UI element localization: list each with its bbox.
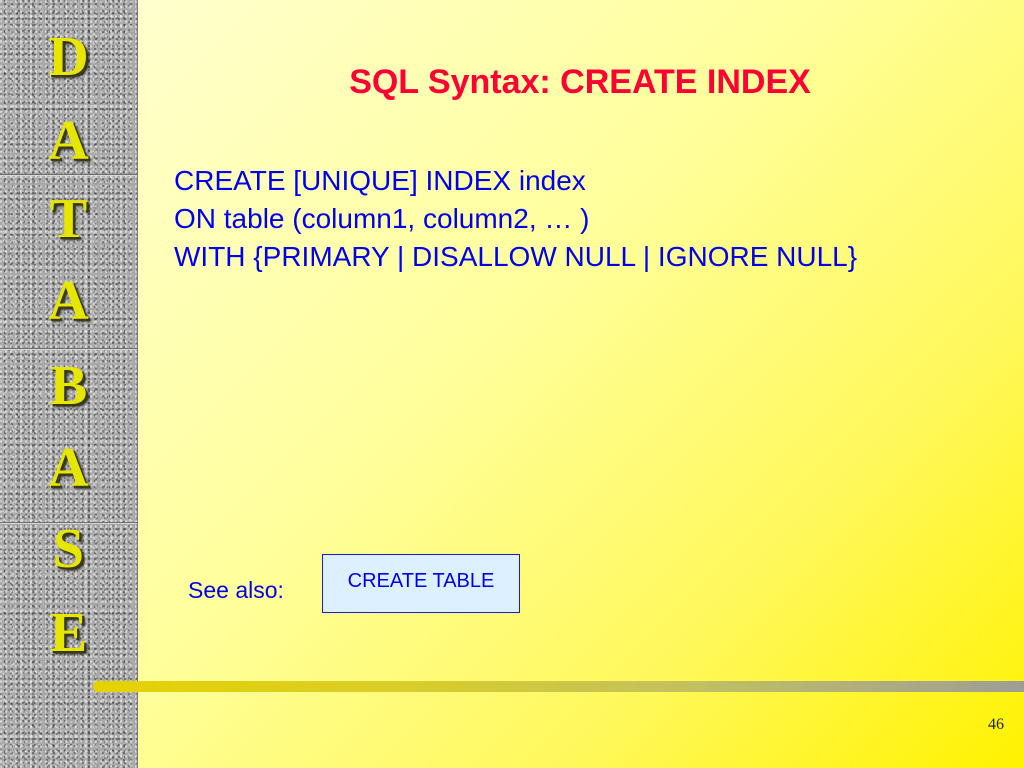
see-also-label: See also: <box>188 577 284 603</box>
sidebar-letter-d: D <box>48 26 89 88</box>
sidebar-granite-panel: D A T A B A S E <box>0 0 138 768</box>
sidebar-letter-b: B <box>49 355 88 417</box>
sidebar-divider <box>0 348 137 350</box>
sidebar-letter-e: E <box>49 602 88 664</box>
sidebar-letter-a: A <box>48 437 89 499</box>
sidebar-letter-s: S <box>52 518 85 580</box>
page-number: 46 <box>988 716 1004 733</box>
syntax-line: ON table (column1, column2, … ) <box>174 203 590 234</box>
slide: D A T A B A S E SQL Syntax: CREATE INDEX… <box>0 0 1024 768</box>
syntax-block: CREATE [UNIQUE] INDEX index ON table (co… <box>174 162 857 276</box>
create-table-link-button[interactable]: CREATE TABLE <box>322 554 520 613</box>
footer-divider-bar <box>93 681 1024 692</box>
sidebar-letter-t: T <box>49 188 88 250</box>
sidebar-letter-a: A <box>48 270 89 332</box>
sidebar-letter-a: A <box>48 110 89 172</box>
syntax-line: WITH {PRIMARY | DISALLOW NULL | IGNORE N… <box>174 241 858 272</box>
syntax-line: CREATE [UNIQUE] INDEX index <box>174 165 586 196</box>
slide-title: SQL Syntax: CREATE INDEX <box>349 63 811 101</box>
